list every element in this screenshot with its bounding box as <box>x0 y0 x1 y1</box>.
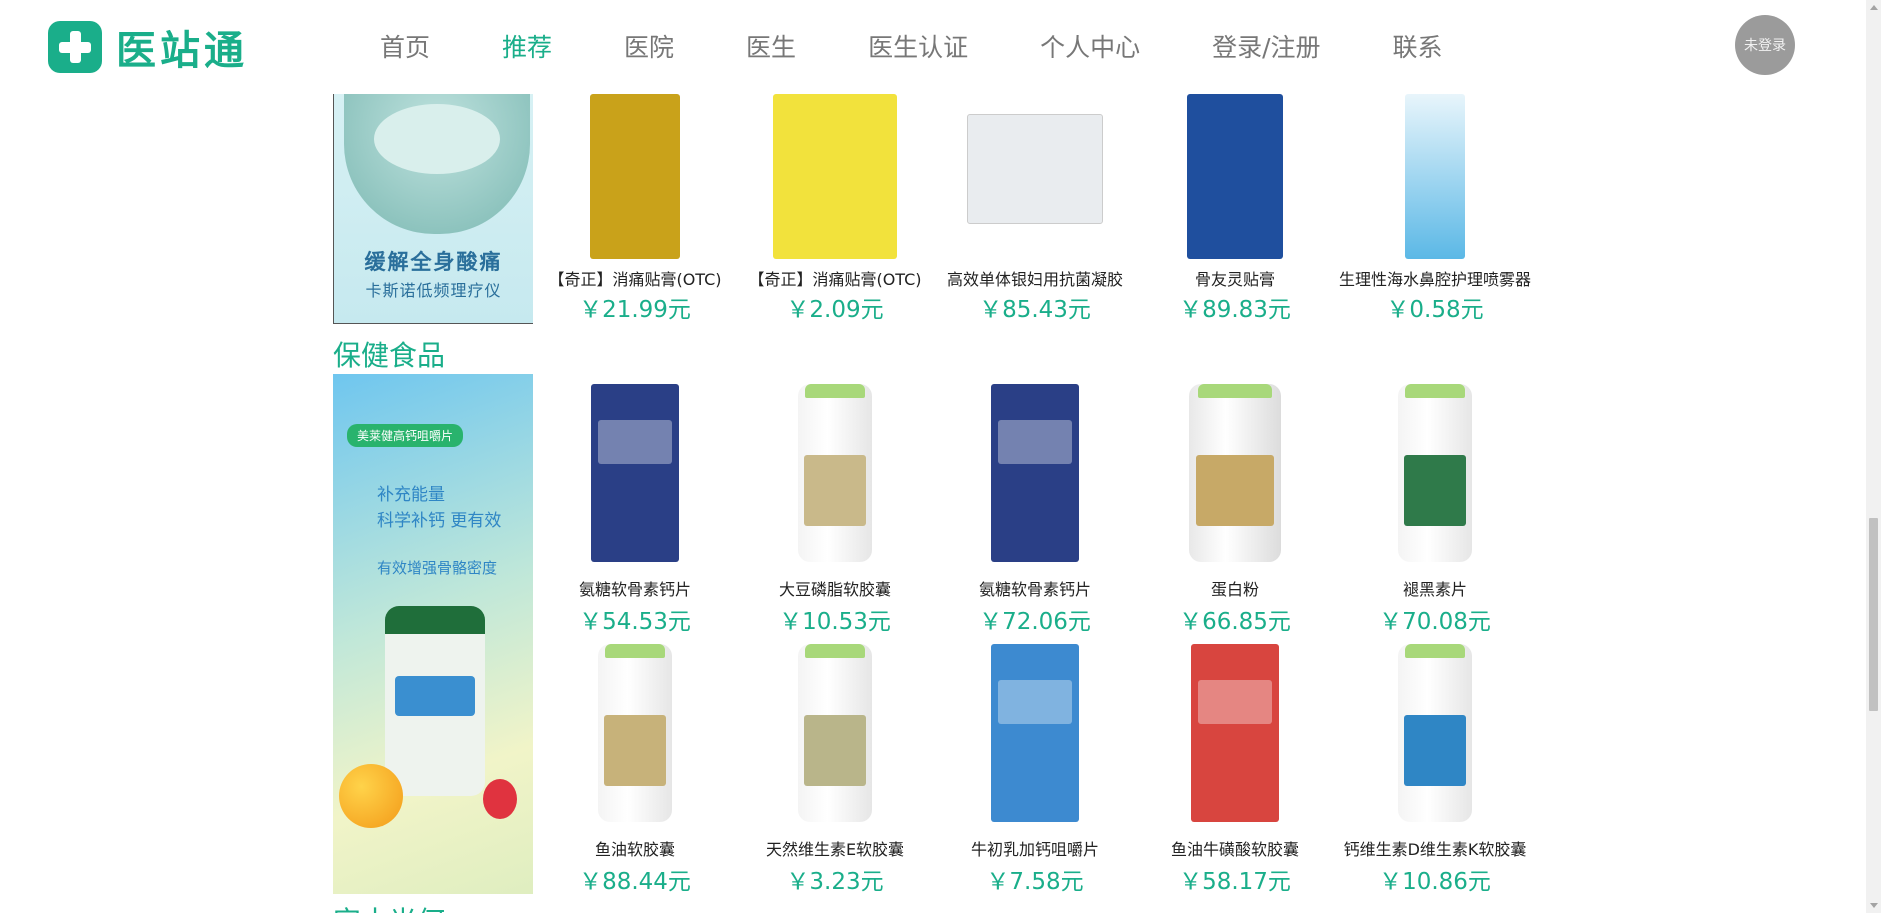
product-name[interactable]: 褪黑素片 <box>1315 576 1555 600</box>
product-image[interactable] <box>1135 384 1335 562</box>
therapy-device-image <box>344 94 530 234</box>
product-image[interactable] <box>1135 94 1335 259</box>
banner-slogan-line1: 补充能量 <box>377 485 445 505</box>
product-price: ￥88.44元 <box>579 869 691 895</box>
banner-slogan: 补充能量 科学补钙 更有效 <box>377 482 501 534</box>
nav-login-register[interactable]: 登录/注册 <box>1212 28 1320 64</box>
nav-doctor[interactable]: 医生 <box>746 28 796 64</box>
scroll-thumb[interactable] <box>1869 518 1878 711</box>
nav-contact[interactable]: 联系 <box>1393 28 1443 64</box>
section-title-health-food: 保健食品 <box>333 339 446 372</box>
medical-cross-icon <box>48 21 102 73</box>
product-card[interactable]: 生理性海水鼻腔护理喷雾器 ￥0.58元 <box>1335 94 1535 323</box>
product-image[interactable] <box>1335 94 1535 259</box>
site-header: 医站通 首页 推荐 医院 医生 医生认证 个人中心 登录/注册 联系 未登录 <box>0 0 1866 94</box>
product-price: ￥70.08元 <box>1379 609 1491 635</box>
device-ad-banner[interactable]: 缓解全身酸痛 卡斯诺低频理疗仪 <box>333 94 533 324</box>
product-card[interactable]: 天然维生素E软胶囊 ￥3.23元 <box>735 640 935 895</box>
banner-benefit: 有效增强骨骼密度 <box>377 559 498 577</box>
banner-product-pill: 美莱健高钙咀嚼片 <box>347 424 464 447</box>
product-image[interactable] <box>935 644 1135 822</box>
scroll-up-arrow-icon[interactable] <box>1866 0 1881 15</box>
product-image[interactable] <box>1335 384 1535 562</box>
product-price: ￥10.86元 <box>1379 869 1491 895</box>
product-image[interactable] <box>735 384 935 562</box>
product-image[interactable] <box>535 644 735 822</box>
product-card[interactable]: 氨糖软骨素钙片 ￥72.06元 <box>935 380 1135 635</box>
product-image[interactable] <box>935 94 1135 259</box>
product-image[interactable] <box>535 94 735 259</box>
product-image[interactable] <box>935 384 1135 562</box>
product-price: ￥2.09元 <box>786 297 884 323</box>
banner-slogan-line2: 科学补钙 更有效 <box>377 511 502 531</box>
supplement-bottle-image <box>385 606 485 796</box>
product-card[interactable]: 鱼油牛磺酸软胶囊 ￥58.17元 <box>1135 640 1335 895</box>
product-image[interactable] <box>735 644 935 822</box>
site-logo[interactable]: 医站通 <box>48 18 248 76</box>
product-image[interactable] <box>1335 644 1535 822</box>
product-price: ￥58.17元 <box>1179 869 1291 895</box>
product-card[interactable]: 钙维生素D维生素K软胶囊 ￥10.86元 <box>1335 640 1535 895</box>
product-name[interactable]: 生理性海水鼻腔护理喷雾器 <box>1315 266 1555 290</box>
logo-text: 医站通 <box>116 27 248 74</box>
scroll-down-arrow-icon[interactable] <box>1866 898 1881 913</box>
product-price: ￥21.99元 <box>579 297 691 323</box>
product-price: ￥66.85元 <box>1179 609 1291 635</box>
product-card[interactable]: 氨糖软骨素钙片 ￥54.53元 <box>535 380 735 635</box>
product-card[interactable]: 大豆磷脂软胶囊 ￥10.53元 <box>735 380 935 635</box>
product-price: ￥0.58元 <box>1386 297 1484 323</box>
nav-recommend[interactable]: 推荐 <box>502 28 552 64</box>
product-price: ￥3.23元 <box>786 869 884 895</box>
banner-subline: 卡斯诺低频理疗仪 <box>365 281 502 300</box>
nav-hospital[interactable]: 医院 <box>624 28 674 64</box>
product-card[interactable]: 【奇正】消痛贴膏(OTC) ￥2.09元 <box>735 94 935 323</box>
nav-personal-center[interactable]: 个人中心 <box>1040 28 1140 64</box>
product-card[interactable]: 蛋白粉 ￥66.85元 <box>1135 380 1335 635</box>
product-image[interactable] <box>1135 644 1335 822</box>
product-card[interactable]: 牛初乳加钙咀嚼片 ￥7.58元 <box>935 640 1135 895</box>
nav-doctor-certification[interactable]: 医生认证 <box>868 28 968 64</box>
product-price: ￥7.58元 <box>986 869 1084 895</box>
main-nav: 首页 推荐 医院 医生 医生认证 个人中心 登录/注册 联系 <box>380 28 1515 64</box>
product-card[interactable]: 高效单体银妇用抗菌凝胶 ￥85.43元 <box>935 94 1135 323</box>
nav-home[interactable]: 首页 <box>380 28 430 64</box>
health-food-banner[interactable]: 美莱健高钙咀嚼片 补充能量 科学补钙 更有效 有效增强骨骼密度 <box>333 374 533 894</box>
product-card[interactable]: 【奇正】消痛贴膏(OTC) ￥21.99元 <box>535 94 735 323</box>
product-image[interactable] <box>735 94 935 259</box>
page-scrollbar[interactable] <box>1866 0 1881 913</box>
product-price: ￥89.83元 <box>1179 297 1291 323</box>
product-price: ￥72.06元 <box>979 609 1091 635</box>
banner-headline: 缓解全身酸痛 <box>364 250 503 274</box>
product-name[interactable]: 钙维生素D维生素K软胶囊 <box>1315 836 1555 860</box>
strawberry-image <box>483 779 517 819</box>
product-card[interactable]: 褪黑素片 ￥70.08元 <box>1335 380 1535 635</box>
product-image[interactable] <box>535 384 735 562</box>
product-card[interactable]: 骨友灵贴膏 ￥89.83元 <box>1135 94 1335 323</box>
section-title-next: 完十光何 <box>333 900 445 913</box>
product-price: ￥10.53元 <box>779 609 891 635</box>
product-price: ￥85.43元 <box>979 297 1091 323</box>
user-avatar[interactable]: 未登录 <box>1735 15 1795 75</box>
product-card[interactable]: 鱼油软胶囊 ￥88.44元 <box>535 640 735 895</box>
product-price: ￥54.53元 <box>579 609 691 635</box>
orange-image <box>339 764 403 828</box>
